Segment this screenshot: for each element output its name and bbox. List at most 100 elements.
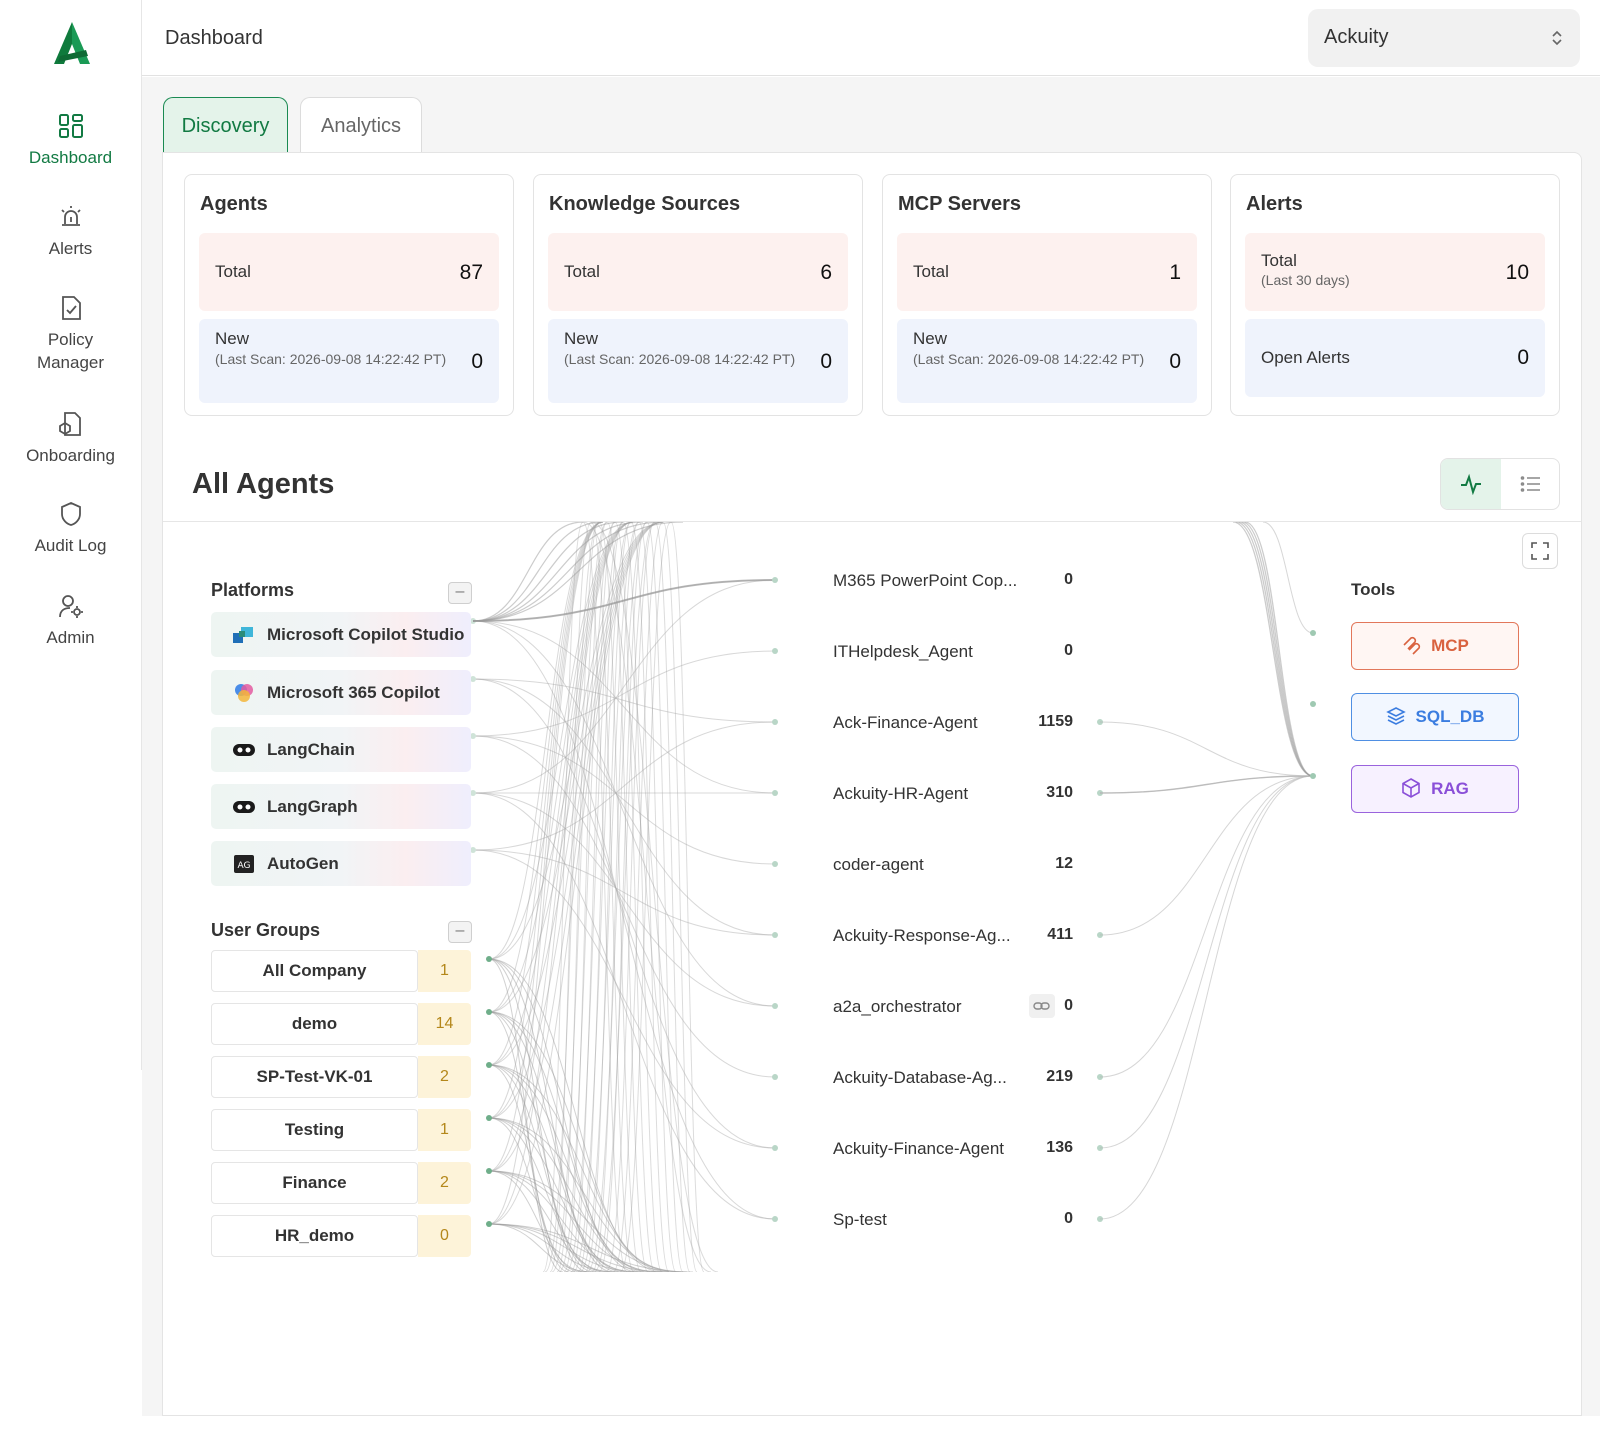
user-groups-heading: User Groups (211, 920, 321, 940)
user-group-item[interactable]: HR_demo 0 (211, 1215, 471, 1257)
graph-link (1099, 775, 1314, 794)
sidebar-item-label: Admin (46, 628, 95, 647)
alerts-total-stat: Total (Last 30 days) 10 (1245, 233, 1545, 311)
graph-link (472, 678, 776, 723)
platforms-collapse-button[interactable]: – (448, 582, 472, 604)
tool-sql-db[interactable]: SQL_DB (1351, 693, 1519, 741)
open-alerts-stat: Open Alerts 0 (1245, 319, 1545, 397)
platform-item[interactable]: LangChain (211, 727, 471, 772)
agent-item[interactable]: Ackuity-Response-Ag... 411 (833, 926, 1093, 950)
platform-name: Microsoft 365 Copilot (267, 683, 440, 702)
graph-node-dot (772, 648, 778, 654)
stat-label: Open Alerts (1261, 348, 1350, 367)
graph-view-button[interactable] (1441, 459, 1501, 509)
platform-item[interactable]: Microsoft 365 Copilot (211, 670, 471, 715)
mcp-servers-card[interactable]: MCP Servers Total 1 New (Last Scan: 2026… (882, 174, 1212, 416)
user-group-item[interactable]: demo 14 (211, 1003, 471, 1045)
stat-sublabel: (Last Scan: 2026-09-08 14:22:42 PT) (215, 351, 447, 367)
platform-item[interactable]: AG AutoGen (211, 841, 471, 886)
stat-value: 0 (1169, 350, 1181, 373)
agent-name: Sp-test (833, 1210, 887, 1229)
sidebar-item-label: Onboarding (26, 446, 115, 465)
list-view-button[interactable] (1501, 459, 1559, 509)
tool-name: MCP (1431, 636, 1469, 655)
graph-link (472, 522, 604, 622)
link-icon[interactable] (1029, 994, 1055, 1018)
stat-sublabel: (Last Scan: 2026-09-08 14:22:42 PT) (564, 351, 796, 367)
user-group-name: Testing (211, 1109, 418, 1151)
tool-mcp[interactable]: MCP (1351, 622, 1519, 670)
user-group-name: HR_demo (211, 1215, 418, 1257)
tab-discovery[interactable]: Discovery (163, 97, 288, 153)
user-group-item[interactable]: All Company 1 (211, 950, 471, 992)
user-group-item[interactable]: Finance 2 (211, 1162, 471, 1204)
agents-card[interactable]: Agents Total 87 New (Last Scan: 2026-09-… (184, 174, 514, 416)
agent-item[interactable]: M365 PowerPoint Cop... 0 (833, 571, 1093, 595)
user-group-count: 0 (418, 1215, 471, 1257)
agent-item[interactable]: ITHelpdesk_Agent 0 (833, 642, 1093, 666)
user-group-name: demo (211, 1003, 418, 1045)
user-groups-collapse-button[interactable]: – (448, 921, 472, 943)
graph-node-dot (486, 1062, 492, 1068)
sidebar-item-admin[interactable]: Admin (0, 592, 141, 649)
activity-icon (1461, 473, 1481, 495)
agent-item[interactable]: Sp-test 0 (833, 1210, 1093, 1234)
agent-count: 136 (1046, 1139, 1073, 1156)
graph-link (1099, 775, 1314, 1149)
graph-node-dot (486, 1221, 492, 1227)
agent-item[interactable]: a2a_orchestrator 0 (833, 994, 1093, 1021)
knowledge-new-stat: New (Last Scan: 2026-09-08 14:22:42 PT) … (548, 319, 848, 403)
org-selector[interactable]: Ackuity (1308, 9, 1580, 67)
expand-icon (1531, 542, 1549, 560)
graph-link (472, 678, 776, 936)
agents-total-stat: Total 87 (199, 233, 499, 311)
agent-item[interactable]: Ackuity-Finance-Agent 136 (833, 1139, 1093, 1163)
fullscreen-button[interactable] (1522, 533, 1558, 569)
agent-name: Ackuity-Response-Ag... (833, 926, 1011, 945)
graph-node-dot (1310, 701, 1316, 707)
user-group-item[interactable]: Testing 1 (211, 1109, 471, 1151)
agent-relationship-graph: Platforms – Microsoft Copilot Studio Mic… (163, 522, 1581, 1272)
graph-node-dot (486, 1115, 492, 1121)
graph-link (1241, 522, 1314, 777)
knowledge-sources-card[interactable]: Knowledge Sources Total 6 New (Last Scan… (533, 174, 863, 416)
langgraph-icon (233, 801, 255, 813)
graph-link (1232, 522, 1314, 777)
graph-link (1235, 522, 1314, 777)
graph-link (1099, 775, 1314, 936)
tab-analytics[interactable]: Analytics (300, 97, 422, 153)
platform-item[interactable]: LangGraph (211, 784, 471, 829)
sidebar-item-policy-manager[interactable]: Policy Manager (0, 294, 141, 374)
ackuity-logo[interactable] (48, 20, 96, 68)
list-icon (1520, 476, 1540, 492)
agent-count: 1159 (1038, 713, 1073, 730)
shield-icon (60, 502, 81, 526)
platform-item[interactable]: Microsoft Copilot Studio (211, 612, 471, 657)
agent-count: 12 (1055, 855, 1073, 872)
agent-item[interactable]: Ackuity-HR-Agent 310 (833, 784, 1093, 808)
sidebar-item-onboarding[interactable]: Onboarding (0, 410, 141, 467)
agent-item[interactable]: Ackuity-Database-Ag... 219 (833, 1068, 1093, 1092)
agent-name: Ack-Finance-Agent (833, 713, 978, 732)
copilot-studio-icon (233, 627, 253, 643)
sidebar-item-dashboard[interactable]: Dashboard (0, 112, 141, 169)
user-group-name: Finance (211, 1162, 418, 1204)
autogen-icon: AG (234, 855, 254, 873)
chevron-up-down-icon (1552, 30, 1562, 46)
agent-name: coder-agent (833, 855, 924, 874)
card-title: Agents (200, 193, 268, 215)
agent-count: 0 (1064, 571, 1073, 588)
svg-text:AG: AG (238, 861, 251, 871)
alerts-card[interactable]: Alerts Total (Last 30 days) 10 Open Aler… (1230, 174, 1560, 416)
stat-value: 6 (820, 261, 832, 284)
tool-rag[interactable]: RAG (1351, 765, 1519, 813)
stat-label: Total (215, 262, 251, 281)
user-group-item[interactable]: SP-Test-VK-01 2 (211, 1056, 471, 1098)
agent-name: M365 PowerPoint Cop... (833, 571, 1018, 590)
sidebar-item-audit-log[interactable]: Audit Log (0, 500, 141, 557)
agent-item[interactable]: coder-agent 12 (833, 855, 1093, 879)
stat-value: 0 (471, 350, 483, 373)
agent-count: 310 (1046, 784, 1073, 801)
agent-item[interactable]: Ack-Finance-Agent 1159 (833, 713, 1093, 737)
sidebar-item-alerts[interactable]: Alerts (0, 203, 141, 260)
